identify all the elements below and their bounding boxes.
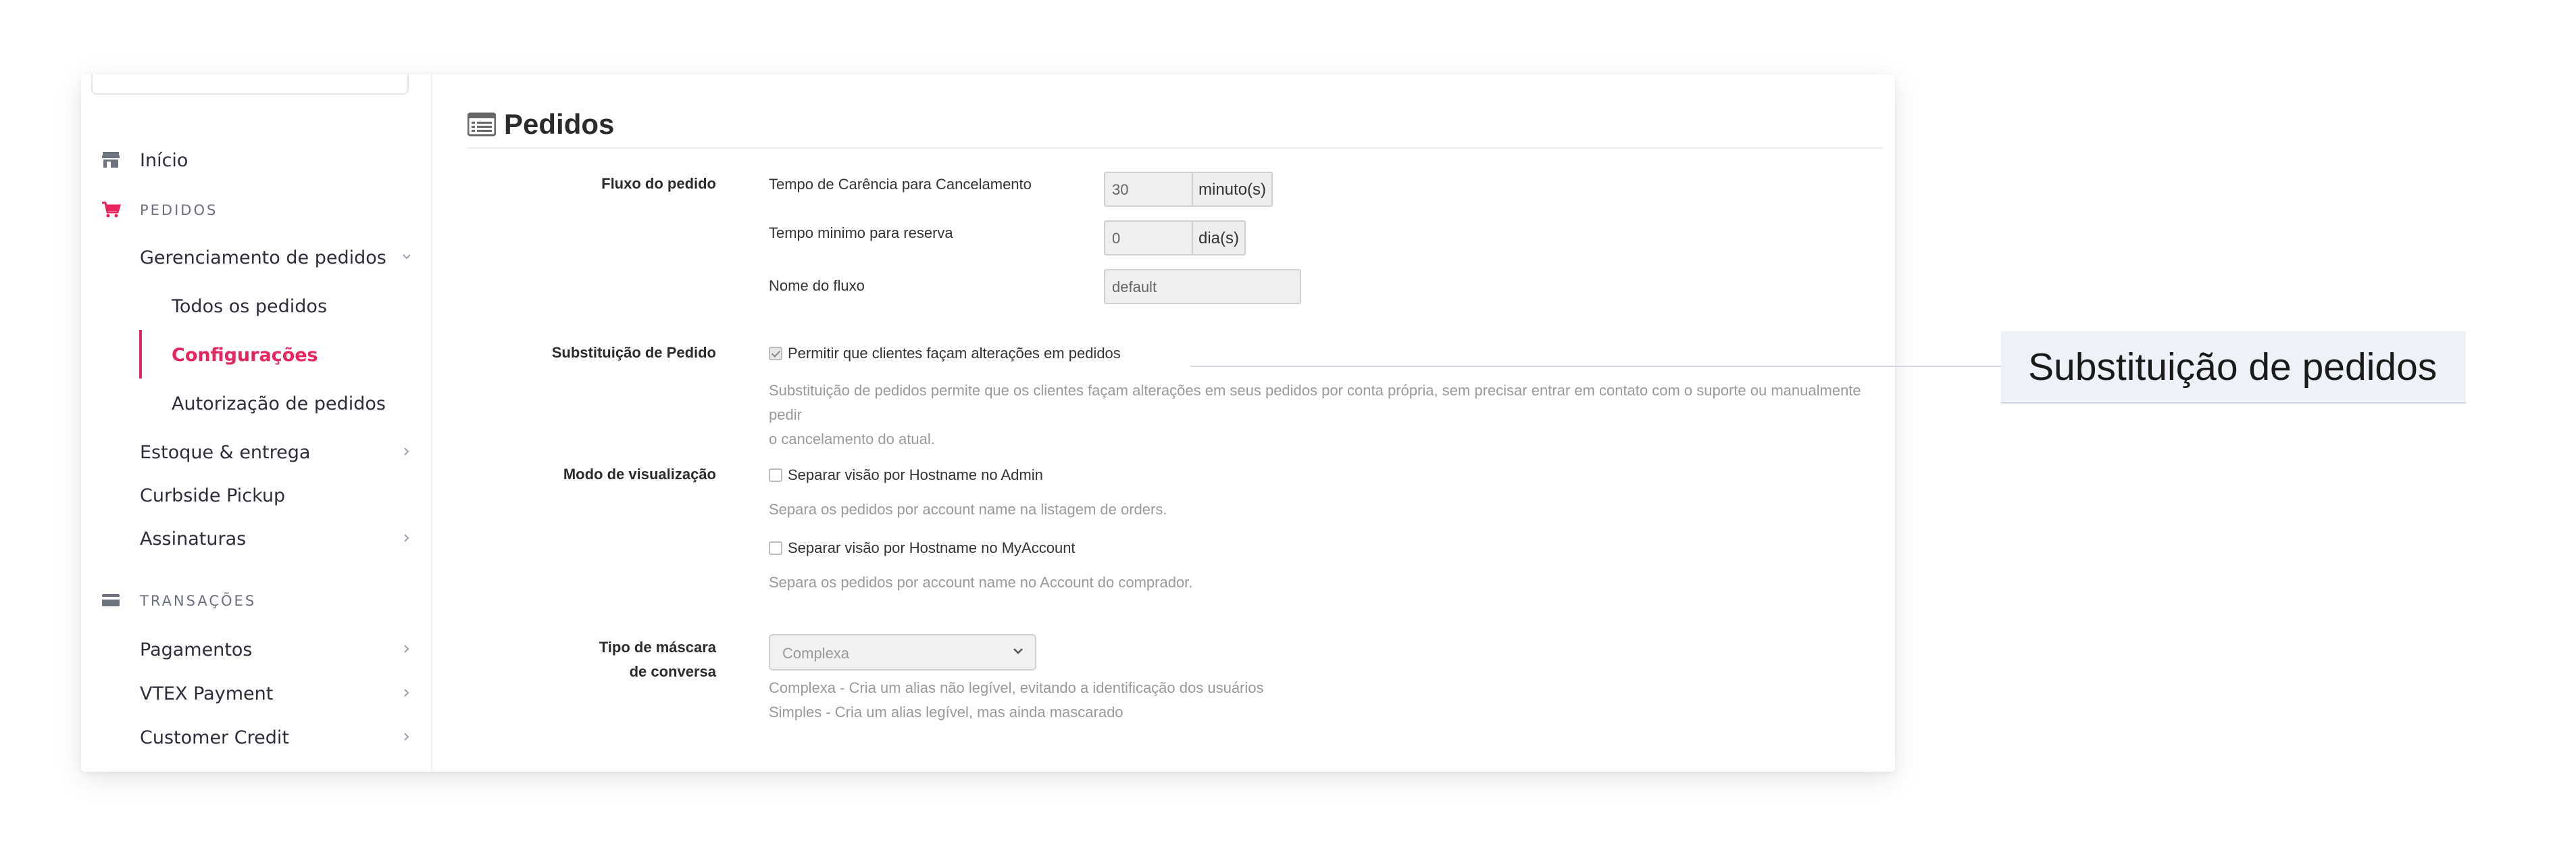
permitir-alteracoes-label: Permitir que clientes façam alterações e… bbox=[788, 345, 1121, 362]
sidebar-item-label: Curbside Pickup bbox=[140, 485, 286, 506]
list-icon bbox=[468, 112, 496, 137]
permitir-alteracoes-checkbox[interactable] bbox=[769, 347, 782, 360]
sidebar-item-autorizacao[interactable]: Autorização de pedidos bbox=[81, 388, 432, 418]
substituicao-help: Substituição de pedidos permite que os c… bbox=[769, 379, 1895, 452]
sidebar-item-todos-os-pedidos[interactable]: Todos os pedidos bbox=[81, 291, 432, 320]
sidebar-item-inicio[interactable]: Início bbox=[81, 145, 432, 174]
sidebar-item-label: Início bbox=[140, 150, 188, 171]
sidebar-item-label: Customer Credit bbox=[140, 727, 289, 748]
sidebar-item-label: Autorização de pedidos bbox=[172, 393, 386, 414]
chevron-right-icon bbox=[404, 447, 409, 456]
sidebar-item-estoque[interactable]: Estoque & entrega bbox=[81, 437, 432, 466]
mascara-label-line: Tipo de máscara bbox=[599, 639, 716, 656]
substituicao-help-line: o cancelamento do atual. bbox=[769, 431, 935, 447]
sidebar-item-gerenciamento[interactable]: Gerenciamento de pedidos bbox=[81, 242, 432, 272]
reserva-label: Tempo minimo para reserva bbox=[769, 224, 953, 241]
mascara-help: Complexa - Cria um alias não legível, ev… bbox=[769, 676, 1264, 725]
carencia-label: Tempo de Carência para Cancelamento bbox=[769, 176, 1032, 193]
carencia-input[interactable]: 30 bbox=[1104, 172, 1193, 207]
section-label-pedidos: PEDIDOS bbox=[140, 202, 218, 218]
sidebar-search-input[interactable] bbox=[91, 74, 409, 95]
admin-hostname-help: Separa os pedidos por account name na li… bbox=[769, 501, 1167, 518]
mascara-selected-value: Complexa bbox=[782, 645, 850, 662]
reserva-input-group: 0 dia(s) bbox=[1104, 220, 1246, 256]
sidebar-item-curbside[interactable]: Curbside Pickup bbox=[81, 480, 432, 510]
sidebar-item-label: Gerenciamento de pedidos bbox=[140, 247, 386, 268]
fluxo-section-label: Fluxo do pedido bbox=[601, 175, 716, 192]
admin-hostname-label: Separar visão por Hostname no Admin bbox=[788, 466, 1043, 483]
store-icon bbox=[102, 152, 120, 168]
main-content: Pedidos Fluxo do pedido Tempo de Carênci… bbox=[432, 74, 1895, 772]
sidebar-item-label: VTEX Payment bbox=[140, 683, 274, 704]
sidebar: Início PEDIDOS Gerenciamento de pedidos … bbox=[81, 74, 432, 772]
callout-label: Substituição de pedidos bbox=[2001, 331, 2466, 404]
chevron-right-icon bbox=[404, 733, 409, 741]
admin-hostname-checkbox[interactable] bbox=[769, 468, 782, 482]
substituicao-help-line: Substituição de pedidos permite que os c… bbox=[769, 382, 1861, 423]
mascara-label-line: de conversa bbox=[629, 663, 716, 680]
reserva-unit: dia(s) bbox=[1193, 220, 1246, 256]
mascara-help-line: Complexa - Cria um alias não legível, ev… bbox=[769, 679, 1264, 696]
nome-fluxo-input[interactable]: default bbox=[1104, 269, 1301, 304]
reserva-input[interactable]: 0 bbox=[1104, 220, 1193, 256]
myaccount-hostname-label: Separar visão por Hostname no MyAccount bbox=[788, 539, 1076, 556]
section-label-transacoes: TRANSAÇÕES bbox=[140, 593, 257, 609]
mascara-section-label: Tipo de máscara de conversa bbox=[432, 635, 716, 684]
mascara-help-line: Simples - Cria um alias legível, mas ain… bbox=[769, 704, 1123, 721]
title-divider bbox=[468, 147, 1883, 149]
sidebar-item-label: Pagamentos bbox=[140, 639, 253, 660]
chevron-right-icon bbox=[404, 534, 409, 542]
myaccount-hostname-checkbox[interactable] bbox=[769, 541, 782, 555]
cart-icon bbox=[102, 201, 122, 218]
sidebar-item-label: Configurações bbox=[172, 345, 318, 366]
admin-window: Início PEDIDOS Gerenciamento de pedidos … bbox=[81, 74, 1895, 772]
callout-connector-line bbox=[1190, 366, 2001, 367]
carencia-unit: minuto(s) bbox=[1193, 172, 1273, 207]
sidebar-item-label: Assinaturas bbox=[140, 529, 247, 550]
sidebar-section-pedidos[interactable]: PEDIDOS bbox=[81, 195, 432, 224]
sidebar-section-transacoes[interactable]: TRANSAÇÕES bbox=[81, 585, 432, 615]
sidebar-item-configuracoes[interactable]: Configurações bbox=[81, 339, 432, 369]
sidebar-item-label: Todos os pedidos bbox=[172, 296, 328, 317]
mascara-select[interactable]: Complexa bbox=[769, 634, 1036, 671]
myaccount-hostname-help: Separa os pedidos por account name no Ac… bbox=[769, 574, 1193, 591]
chevron-down-icon bbox=[403, 254, 411, 260]
sidebar-item-vtex-payment[interactable]: VTEX Payment bbox=[81, 678, 432, 708]
page-title-text: Pedidos bbox=[504, 108, 615, 140]
sidebar-item-pagamentos[interactable]: Pagamentos bbox=[81, 634, 432, 664]
nome-fluxo-label: Nome do fluxo bbox=[769, 277, 865, 294]
page-title: Pedidos bbox=[468, 108, 614, 141]
chevron-down-icon bbox=[1013, 648, 1023, 654]
sidebar-item-customer-credit[interactable]: Customer Credit bbox=[81, 722, 432, 752]
chevron-right-icon bbox=[404, 645, 409, 653]
chevron-right-icon bbox=[404, 689, 409, 697]
sidebar-item-label: Estoque & entrega bbox=[140, 442, 311, 463]
visualizacao-section-label: Modo de visualização bbox=[563, 466, 716, 483]
substituicao-section-label: Substituição de Pedido bbox=[551, 344, 716, 361]
sidebar-item-assinaturas[interactable]: Assinaturas bbox=[81, 523, 432, 553]
carencia-input-group: 30 minuto(s) bbox=[1104, 172, 1273, 207]
credit-card-icon bbox=[102, 594, 120, 606]
